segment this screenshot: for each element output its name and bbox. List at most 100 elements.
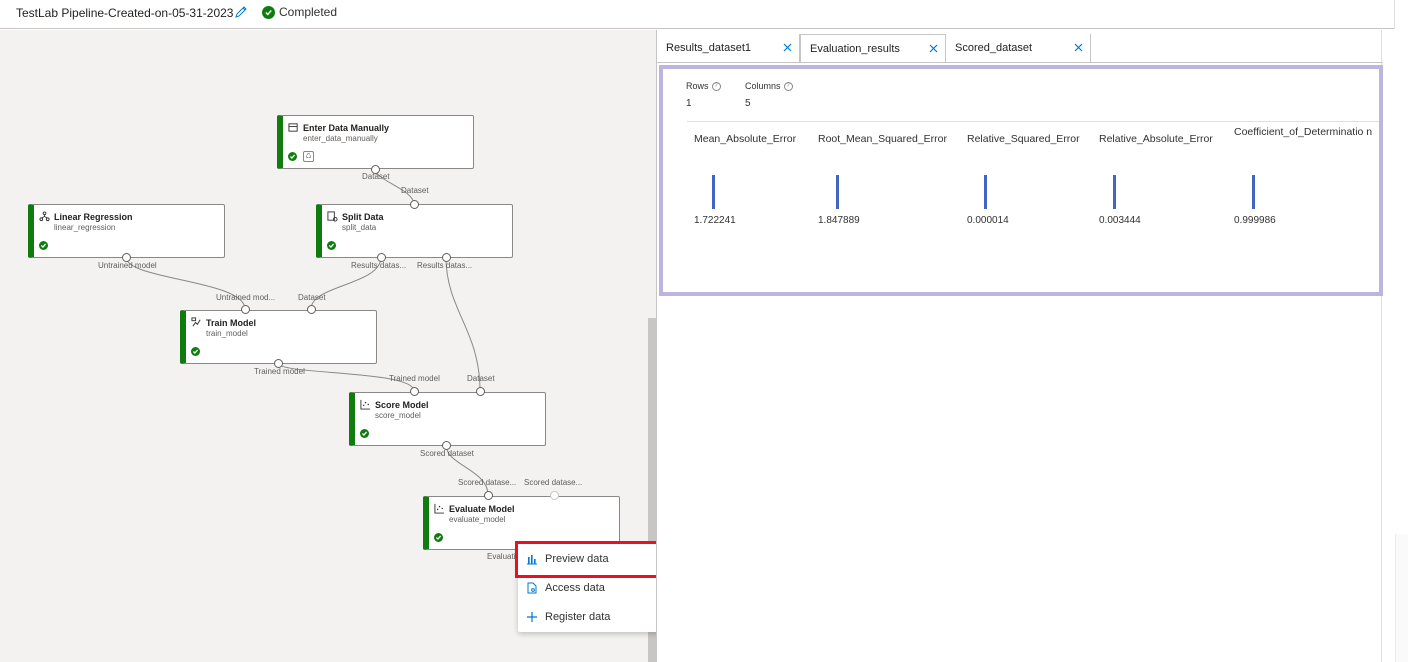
node-subtitle: linear_regression	[54, 223, 116, 232]
node-complete-icon	[191, 347, 200, 356]
port-label: Results datas...	[351, 261, 407, 270]
column-header[interactable]: Root_Mean_Squared_Error	[818, 132, 947, 146]
column-histogram-bar	[1113, 175, 1116, 209]
node-complete-icon	[327, 241, 336, 250]
enter-data-icon	[288, 123, 298, 132]
column-header[interactable]: Relative_Absolute_Error	[1099, 132, 1213, 146]
node-subtitle: split_data	[342, 223, 377, 232]
cell-value: 0.999986	[1234, 215, 1276, 226]
completed-check-icon	[262, 5, 275, 19]
columns-label-text: Columns	[745, 81, 781, 91]
column-histogram-bar	[984, 175, 987, 209]
right-edge-panel	[1395, 534, 1408, 662]
column-header[interactable]: Coefficient_of_Determinatio n	[1234, 125, 1379, 139]
port-label: Evaluati	[487, 552, 516, 561]
edge-split-score	[445, 256, 481, 392]
dataset-preview-panel: Results_dataset1 Evaluation_results Scor…	[656, 30, 1383, 662]
columns-value: 5	[745, 98, 751, 109]
port-label: Dataset	[362, 172, 390, 181]
port-label: Scored dataset	[420, 449, 474, 458]
column-header[interactable]: Relative_Squared_Error	[967, 132, 1080, 146]
port-train-in-1[interactable]	[241, 305, 250, 314]
node-subtitle: train_model	[206, 329, 248, 338]
port-score-in-1[interactable]	[410, 387, 419, 396]
port-label: Trained model	[389, 374, 440, 383]
port-label: Results datas...	[417, 261, 473, 270]
evaluate-icon	[434, 503, 445, 514]
cell-value: 1.722241	[694, 215, 736, 226]
port-label: Scored datase...	[524, 478, 583, 487]
close-icon[interactable]	[1073, 42, 1084, 53]
plus-icon	[527, 611, 537, 622]
column-histogram-bar	[712, 175, 715, 209]
node-linear-regression[interactable]: Linear Regression linear_regression	[28, 204, 225, 258]
separator	[687, 121, 1379, 122]
port-label: Untrained model	[98, 261, 157, 270]
tab-results-dataset1[interactable]: Results_dataset1	[657, 34, 800, 62]
tab-label: Scored_dataset	[955, 42, 1033, 54]
pipeline-title: TestLab Pipeline-Created-on-05-31-2023	[16, 6, 234, 20]
close-icon[interactable]	[782, 42, 793, 53]
column-histogram-bar	[836, 175, 839, 209]
tab-label: Evaluation_results	[810, 42, 900, 55]
tab-evaluation-results[interactable]: Evaluation_results	[800, 34, 946, 62]
cell-value: 0.000014	[967, 215, 1009, 226]
info-icon[interactable]: ?	[711, 81, 721, 91]
tab-label: Results_dataset1	[666, 42, 751, 54]
preview-data-highlight	[515, 541, 666, 578]
node-title: Score Model	[375, 400, 429, 410]
port-label: Untrained mod...	[216, 293, 276, 302]
cell-value: 0.003444	[1099, 215, 1141, 226]
node-subtitle: enter_data_manually	[303, 134, 378, 143]
menu-item-label: Access data	[545, 581, 605, 594]
node-score-model[interactable]: Score Model score_model	[349, 392, 546, 446]
column-header[interactable]: Mean_Absolute_Error	[694, 132, 796, 146]
rows-label: Rows ?	[686, 81, 721, 91]
score-icon	[360, 399, 371, 410]
port-evaluate-in-2[interactable]	[550, 491, 559, 500]
menu-item-register-data[interactable]: Register data	[518, 602, 663, 631]
header-edge	[1394, 0, 1395, 29]
node-complete-icon	[434, 533, 443, 542]
port-label: Dataset	[401, 186, 429, 195]
tab-underline	[657, 62, 1383, 63]
node-enter-data-manually[interactable]: Enter Data Manually enter_data_manually …	[277, 115, 474, 169]
port-label: Dataset	[467, 374, 495, 383]
node-complete-icon	[288, 152, 297, 161]
tab-scored-dataset[interactable]: Scored_dataset	[946, 34, 1091, 62]
node-title: Split Data	[342, 212, 384, 222]
node-title: Train Model	[206, 318, 257, 328]
split-icon	[327, 211, 338, 222]
node-title: Enter Data Manually	[303, 123, 390, 133]
node-subtitle: score_model	[375, 411, 421, 420]
port-evaluate-in-1[interactable]	[484, 491, 493, 500]
node-train-model[interactable]: Train Model train_model	[180, 310, 377, 364]
cell-value: 1.847889	[818, 215, 860, 226]
port-split-in[interactable]	[410, 200, 419, 209]
port-train-in-2[interactable]	[307, 305, 316, 314]
evaluation-results-grid: Rows ? 1 Columns ? 5 Mean_Absolute_Error…	[659, 65, 1383, 296]
node-title: Linear Regression	[54, 212, 133, 222]
node-complete-icon	[39, 241, 48, 250]
node-subtitle: evaluate_model	[449, 515, 506, 524]
columns-label: Columns ?	[745, 81, 793, 91]
port-score-in-2[interactable]	[476, 387, 485, 396]
train-icon	[191, 317, 201, 327]
node-title: Evaluate Model	[449, 504, 515, 514]
recycle-icon: ♺	[303, 151, 314, 162]
run-status: Completed	[262, 5, 337, 19]
column-histogram-bar	[1252, 175, 1255, 209]
port-label: Dataset	[298, 293, 326, 302]
node-split-data[interactable]: Split Data split_data	[316, 204, 513, 258]
rows-value: 1	[686, 98, 692, 109]
rows-label-text: Rows	[686, 81, 709, 91]
document-icon	[527, 582, 537, 593]
regression-icon	[39, 211, 50, 222]
edit-pencil-icon[interactable]	[234, 5, 248, 19]
info-icon[interactable]: ?	[783, 81, 793, 91]
dataset-tabs: Results_dataset1 Evaluation_results Scor…	[657, 34, 1091, 62]
close-icon[interactable]	[928, 43, 939, 54]
pipeline-header: TestLab Pipeline-Created-on-05-31-2023 C…	[0, 0, 1395, 29]
node-complete-icon	[360, 429, 369, 438]
port-label: Scored datase...	[458, 478, 517, 487]
